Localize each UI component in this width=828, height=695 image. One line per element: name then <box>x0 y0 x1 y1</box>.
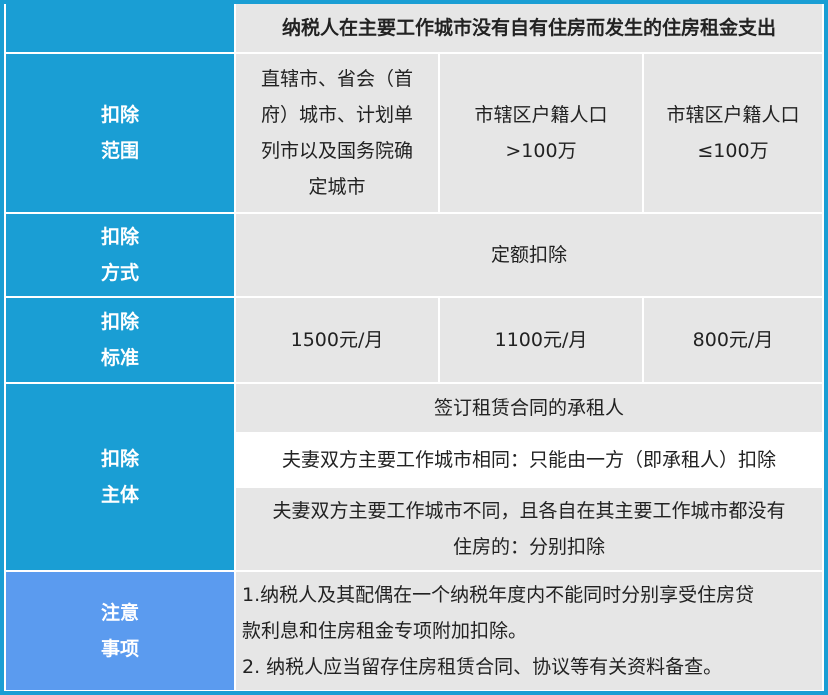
table-title: 纳税人在主要工作城市没有自有住房而发生的住房租金支出 <box>236 4 822 52</box>
row-label-line: 扣除 <box>100 448 139 470</box>
notes-content: 1.纳税人及其配偶在一个纳税年度内不能同时分别享受住房贷 款利息和住房租金专项附… <box>236 572 822 690</box>
subject-line-1: 签订租赁合同的承租人 <box>236 384 822 432</box>
row-label-scope: 扣除 范围 <box>6 54 234 212</box>
cell-line: >100万 <box>505 140 577 162</box>
cell-line: 市辖区户籍人口 <box>666 104 800 126</box>
scope-cell-major-cities: 直辖市、省会（首 府）城市、计划单 列市以及国务院确 定城市 <box>236 54 438 212</box>
scope-cell-over-1m: 市辖区户籍人口 >100万 <box>440 54 642 212</box>
standard-value-2: 1100元/月 <box>440 298 642 382</box>
scope-cell-under-1m: 市辖区户籍人口 ≤100万 <box>644 54 822 212</box>
subject-line-3: 夫妻双方主要工作城市不同，且各自在其主要工作城市都没有 住房的：分别扣除 <box>236 488 822 570</box>
cell-line: 定城市 <box>308 176 366 198</box>
note-item-2: 2. 纳税人应当留存住房租赁合同、协议等有关资料备查。 <box>242 656 723 678</box>
standard-value-3: 800元/月 <box>644 298 822 382</box>
cell-line: 直辖市、省会（首 <box>260 68 413 90</box>
row-label-notes: 注意 事项 <box>6 572 234 690</box>
cell-line: 市辖区户籍人口 <box>474 104 608 126</box>
cell-line: 列市以及国务院确 <box>260 140 413 162</box>
row-label-line: 主体 <box>100 484 139 506</box>
subject-line-2: 夫妻双方主要工作城市相同：只能由一方（即承租人）扣除 <box>236 434 822 486</box>
cell-line: 夫妻双方主要工作城市不同，且各自在其主要工作城市都没有 <box>272 500 786 522</box>
method-value: 定额扣除 <box>236 214 822 296</box>
cell-line: 府）城市、计划单 <box>260 104 413 126</box>
cell-line: ≤100万 <box>697 140 769 162</box>
row-label-line: 注意 <box>100 602 139 624</box>
row-label-line: 扣除 <box>100 104 139 126</box>
standard-value-1: 1500元/月 <box>236 298 438 382</box>
header-corner <box>6 4 234 52</box>
row-label-standard: 扣除 标准 <box>6 298 234 382</box>
row-label-line: 扣除 <box>100 226 139 248</box>
row-label-line: 事项 <box>100 638 139 660</box>
row-label-line: 标准 <box>100 347 139 369</box>
row-label-subject: 扣除 主体 <box>6 384 234 570</box>
row-label-line: 范围 <box>100 140 139 162</box>
cell-line: 住房的：分别扣除 <box>452 536 605 558</box>
note-item-1-line: 款利息和住房租金专项附加扣除。 <box>242 620 528 642</box>
row-label-line: 扣除 <box>100 311 139 333</box>
row-label-method: 扣除 方式 <box>6 214 234 296</box>
note-item-1-line: 1.纳税人及其配偶在一个纳税年度内不能同时分别享受住房贷 <box>242 584 755 606</box>
rent-deduction-table: 纳税人在主要工作城市没有自有住房而发生的住房租金支出 扣除 范围 直辖市、省会（… <box>0 0 828 695</box>
row-label-line: 方式 <box>100 262 139 284</box>
